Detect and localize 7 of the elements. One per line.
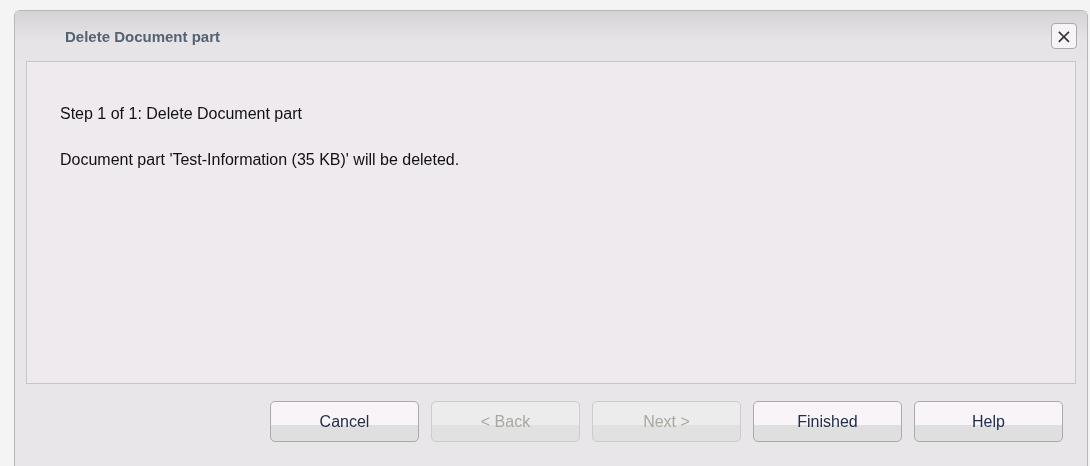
message-text: Document part 'Test-Information (35 KB)' will be deleted. xyxy=(60,150,461,170)
dialog-title: Delete Document part xyxy=(65,27,221,45)
wizard-button[interactable]: Cancel xyxy=(270,401,419,442)
close-button[interactable]: × xyxy=(1051,23,1077,49)
wizard-button[interactable]: Finished xyxy=(753,401,902,442)
wizard-button[interactable]: Help xyxy=(914,401,1063,442)
step-heading: Step 1 of 1: Delete Document part xyxy=(60,104,303,124)
